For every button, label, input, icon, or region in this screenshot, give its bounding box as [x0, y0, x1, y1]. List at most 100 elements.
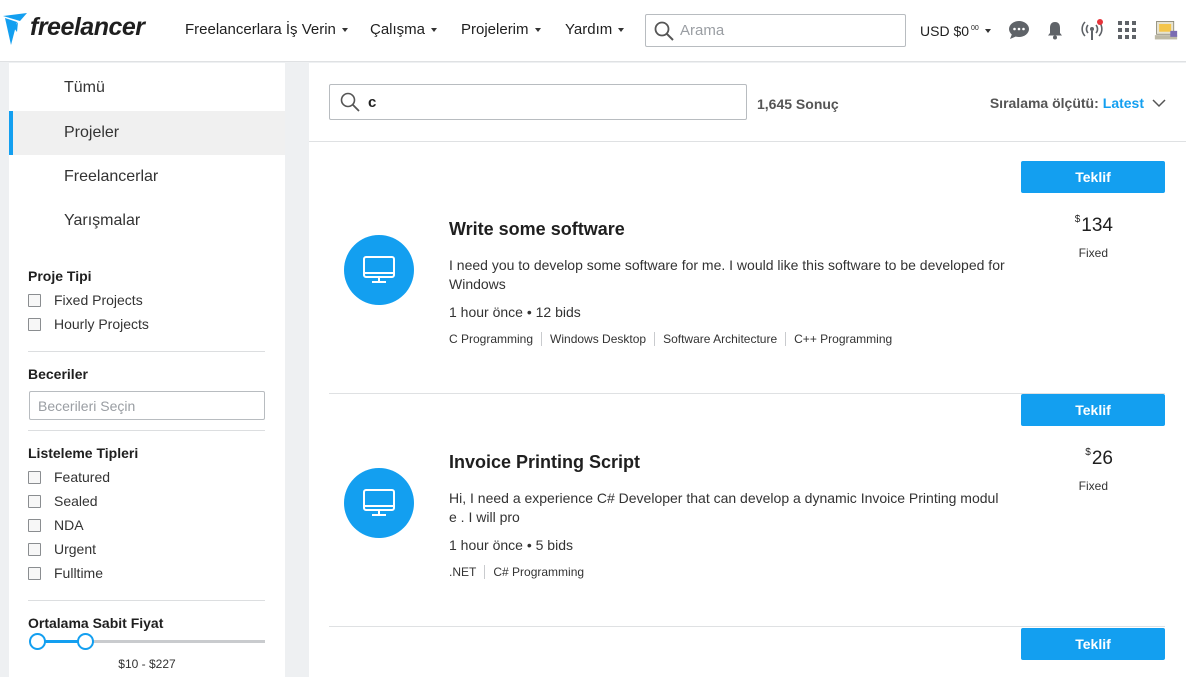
monitor-icon — [363, 489, 395, 516]
checkbox[interactable] — [28, 542, 41, 556]
nav-hire-freelancers[interactable]: Freelancerlara İş Verin — [185, 21, 348, 38]
caret-down-icon — [534, 27, 541, 32]
avg-price-title: Ortalama Sabit Fiyat — [28, 615, 164, 631]
chevron-down-icon — [1152, 99, 1166, 108]
header-search-box[interactable] — [645, 14, 906, 47]
project-card[interactable]: Teklif Write some software I need you to… — [329, 161, 1165, 394]
checkbox[interactable] — [28, 293, 41, 307]
bid-button[interactable]: Teklif — [1021, 161, 1165, 193]
checkbox[interactable] — [28, 518, 41, 532]
caret-down-icon — [431, 27, 438, 32]
project-search-input[interactable] — [368, 93, 728, 111]
search-icon — [340, 92, 360, 112]
notifications-bell-icon[interactable] — [1043, 18, 1067, 42]
project-price: $26 — [1085, 446, 1113, 470]
bid-button[interactable]: Teklif — [1021, 394, 1165, 426]
project-card[interactable]: Teklif Invoice Printing Script Hi, I nee… — [329, 394, 1165, 627]
sort-value: Latest — [1102, 95, 1144, 111]
caret-down-icon — [341, 27, 348, 32]
listing-types-title: Listeleme Tipleri — [28, 445, 139, 461]
nav-hire-freelancers-label: Freelancerlara İş Verin — [185, 21, 336, 38]
live-feed-icon[interactable] — [1080, 18, 1104, 42]
tab-freelancers-label: Freelancerlar — [64, 168, 159, 185]
project-meta: 1 hour önce • 5 bids — [449, 537, 573, 553]
nav-work-label: Çalışma — [370, 21, 426, 38]
price-slider-max-handle[interactable] — [77, 633, 94, 650]
skills-title: Beceriler — [28, 366, 88, 382]
nav-my-projects[interactable]: Projelerim — [461, 21, 541, 38]
price-value: 134 — [1081, 215, 1113, 236]
nav-work[interactable]: Çalışma — [370, 21, 438, 38]
project-description: I need you to develop some software for … — [449, 257, 1005, 292]
sort-dropdown[interactable]: Sıralama ölçütü: Latest — [990, 95, 1166, 111]
project-card[interactable]: Teklif — [329, 628, 1165, 677]
project-title[interactable]: Invoice Printing Script — [449, 452, 640, 473]
caret-down-icon — [618, 27, 625, 32]
price-type: Fixed — [1078, 479, 1108, 493]
freelancer-logo[interactable]: freelancer — [2, 8, 145, 46]
filter-fixed-projects[interactable]: Fixed Projects — [28, 292, 143, 308]
project-price: $134 — [1075, 214, 1113, 237]
nav-my-projects-label: Projelerim — [461, 21, 529, 38]
tab-freelancers[interactable]: Freelancerlar — [9, 155, 285, 199]
checkbox[interactable] — [28, 494, 41, 508]
skills-input[interactable] — [29, 391, 265, 420]
filter-nda[interactable]: NDA — [28, 517, 84, 533]
tab-contests[interactable]: Yarışmalar — [9, 199, 285, 243]
nav-help-label: Yardım — [565, 21, 613, 38]
checkbox[interactable] — [28, 566, 41, 580]
filter-urgent[interactable]: Urgent — [28, 541, 96, 557]
project-tags: C Programming Windows Desktop Software A… — [449, 332, 908, 346]
currency-balance[interactable]: USD $0 00 — [920, 23, 991, 39]
filter-hourly-projects[interactable]: Hourly Projects — [28, 316, 149, 332]
filter-sealed[interactable]: Sealed — [28, 493, 98, 509]
skill-tag[interactable]: C Programming — [449, 332, 543, 346]
logo-bird-icon — [3, 13, 27, 45]
tab-all-label: Tümü — [64, 79, 105, 96]
price-slider-min-handle[interactable] — [29, 633, 46, 650]
sort-label: Sıralama ölçütü: — [989, 95, 1099, 111]
divider — [329, 626, 1165, 627]
messages-icon[interactable] — [1007, 18, 1031, 42]
project-meta: 1 hour önce • 12 bids — [449, 304, 581, 320]
filter-featured[interactable]: Featured — [28, 469, 110, 485]
skill-tag[interactable]: C# Programming — [493, 565, 592, 579]
project-search-box[interactable] — [329, 84, 747, 120]
nav-help[interactable]: Yardım — [565, 21, 625, 38]
currency-balance-label: USD $0 — [920, 23, 970, 39]
filter-fulltime-label: Fulltime — [54, 565, 104, 581]
notification-dot — [1097, 19, 1103, 25]
currency-symbol: $ — [1085, 446, 1091, 458]
monitor-icon — [363, 256, 395, 283]
divider — [309, 141, 1186, 142]
tab-contests-label: Yarışmalar — [64, 212, 141, 229]
tab-projects[interactable]: Projeler — [9, 111, 285, 155]
divider — [28, 600, 265, 601]
skill-tag[interactable]: Windows Desktop — [550, 332, 656, 346]
bid-button[interactable]: Teklif — [1021, 628, 1165, 660]
price-range-label: $10 - $227 — [118, 657, 176, 671]
project-title[interactable]: Write some software — [449, 219, 625, 240]
skill-tag[interactable]: C++ Programming — [794, 332, 900, 346]
skill-tag[interactable]: Software Architecture — [663, 332, 787, 346]
price-type: Fixed — [1078, 246, 1108, 260]
filter-urgent-label: Urgent — [54, 541, 97, 557]
filter-fulltime[interactable]: Fulltime — [28, 565, 103, 581]
project-avatar — [344, 468, 414, 538]
project-type-title: Proje Tipi — [28, 268, 92, 284]
skill-tag[interactable]: .NET — [449, 565, 486, 579]
user-avatar[interactable] — [1154, 18, 1178, 42]
tab-projects-label: Projeler — [64, 124, 120, 141]
tab-all[interactable]: Tümü — [9, 66, 285, 110]
filter-featured-label: Featured — [54, 469, 111, 485]
checkbox[interactable] — [28, 470, 41, 484]
apps-grid-icon[interactable] — [1115, 18, 1139, 42]
project-avatar — [344, 235, 414, 305]
logo-text: freelancer — [30, 12, 145, 41]
filter-nda-label: NDA — [54, 517, 84, 533]
price-value: 26 — [1091, 448, 1113, 469]
checkbox[interactable] — [28, 317, 41, 331]
price-slider-track[interactable] — [37, 640, 265, 643]
filter-fixed-projects-label: Fixed Projects — [54, 292, 143, 308]
header-search-input[interactable] — [680, 22, 880, 39]
